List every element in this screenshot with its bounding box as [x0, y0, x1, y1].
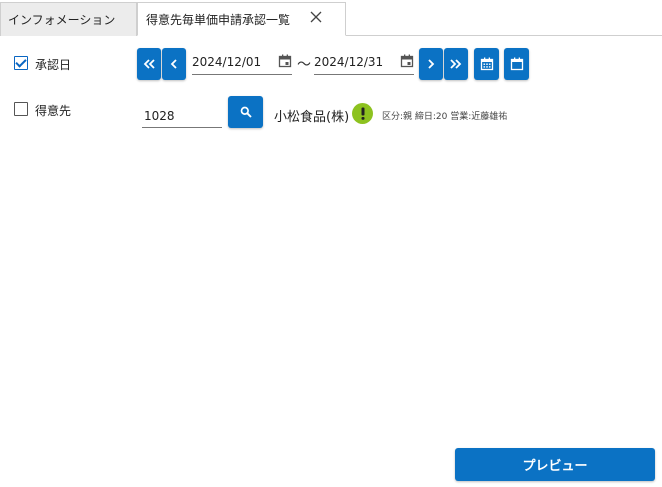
exclamation-icon[interactable] — [352, 103, 373, 124]
double-chevron-right-icon — [450, 59, 462, 69]
customer-name: 小松食品(株) — [274, 110, 350, 125]
this-month-button[interactable] — [474, 48, 499, 80]
prev-month-button[interactable] — [137, 48, 161, 80]
search-icon — [240, 106, 252, 118]
calendar-icon[interactable] — [400, 54, 414, 68]
tab-information[interactable]: インフォメーション — [0, 2, 137, 36]
chevron-left-icon — [170, 59, 177, 69]
preview-button[interactable]: プレビュー — [455, 448, 655, 481]
customer-code-input[interactable]: 1028 — [142, 104, 222, 128]
today-button[interactable] — [504, 48, 529, 80]
chevron-right-icon — [428, 59, 435, 69]
date-to-input[interactable]: 2024/12/31 — [314, 51, 414, 75]
date-range-separator: ～ — [297, 57, 311, 73]
customer-code-value: 1028 — [144, 109, 175, 123]
calendar-month-icon — [480, 57, 493, 71]
customer-search-button[interactable] — [228, 96, 263, 128]
next-month-button[interactable] — [444, 48, 468, 80]
calendar-today-icon — [510, 57, 523, 71]
prev-day-button[interactable] — [162, 48, 186, 80]
calendar-icon[interactable] — [278, 54, 292, 68]
customer-checkbox[interactable] — [14, 102, 28, 116]
customer-info: 区分:親 締日:20 営業:近藤雄祐 — [382, 112, 508, 122]
tab-bar: インフォメーション 得意先毎単価申請承認一覧 — [0, 0, 662, 36]
close-icon[interactable] — [307, 8, 325, 26]
double-chevron-left-icon — [143, 59, 155, 69]
customer-label: 得意先 — [35, 104, 72, 118]
tab-information-label: インフォメーション — [8, 13, 116, 27]
approval-date-checkbox[interactable] — [14, 56, 28, 70]
tab-price-approval-list-label: 得意先毎単価申請承認一覧 — [146, 12, 291, 27]
approval-date-label: 承認日 — [35, 58, 72, 72]
date-from-input[interactable]: 2024/12/01 — [192, 51, 292, 75]
date-from-value: 2024/12/01 — [192, 55, 262, 69]
preview-button-label: プレビュー — [522, 459, 588, 474]
date-to-value: 2024/12/31 — [314, 55, 384, 69]
next-day-button[interactable] — [419, 48, 443, 80]
